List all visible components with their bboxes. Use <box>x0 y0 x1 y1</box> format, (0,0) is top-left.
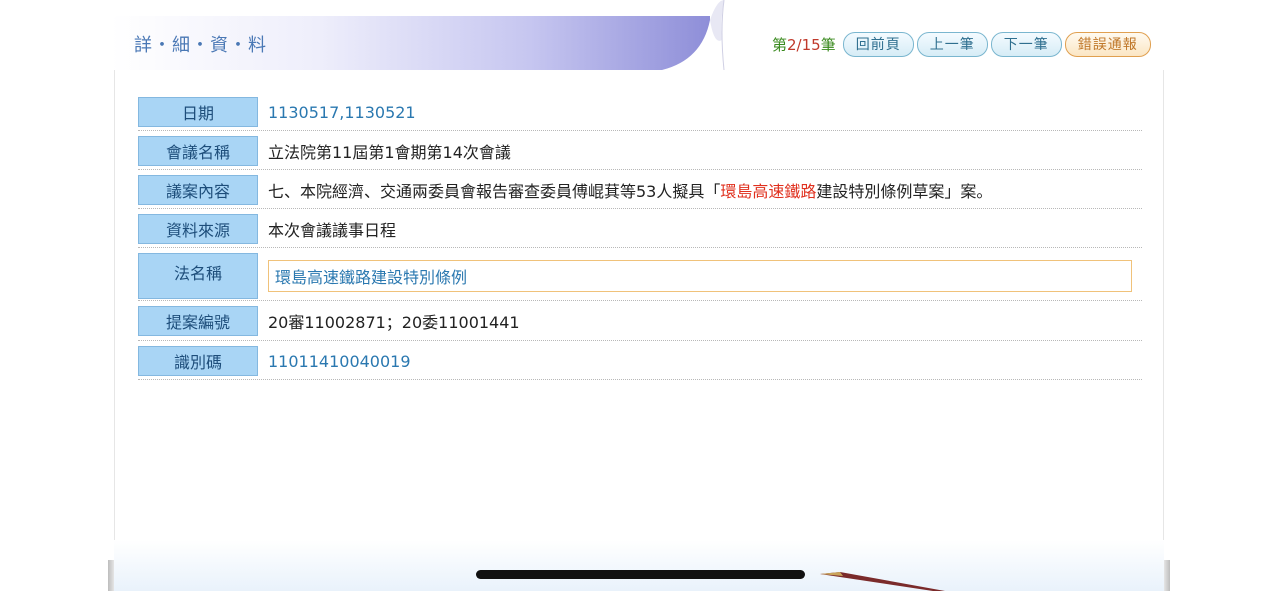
record-counter: 第2/15筆 <box>772 34 836 55</box>
law-name-label: 法名稱 <box>138 253 258 299</box>
content-suffix: 建設特別條例草案」案。 <box>816 182 993 201</box>
content-label: 議案內容 <box>138 175 258 205</box>
home-indicator[interactable] <box>476 570 805 579</box>
error-report-button[interactable]: 錯誤通報 <box>1064 31 1151 57</box>
page-title: 詳・細・資・料 <box>134 35 267 56</box>
record-prefix: 第 <box>772 35 788 54</box>
back-button[interactable]: 回前頁 <box>842 31 914 57</box>
pen-decoration <box>820 572 945 591</box>
row-meeting: 會議名稱 立法院第11屆第1會期第14次會議 <box>138 136 1142 170</box>
date-label: 日期 <box>138 97 258 127</box>
meeting-name-label: 會議名稱 <box>138 136 258 166</box>
source-label: 資料來源 <box>138 214 258 244</box>
panel-edge-right <box>1164 560 1170 591</box>
proposal-no-value: 20審11002871；20委11001441 <box>268 313 520 332</box>
row-content: 議案內容 七、本院經濟、交通兩委員會報告審查委員傅崐萁等53人擬具「 環島高速鐵路… <box>138 175 1142 209</box>
panel-bottom-gradient <box>114 540 1164 591</box>
record-navigation: 第2/15筆 回前頁 上一筆 下一筆 錯誤通報 <box>772 31 1151 57</box>
row-proposal-no: 提案編號 20審11002871；20委11001441 <box>138 306 1142 341</box>
identifier-label: 識別碼 <box>138 346 258 376</box>
content-highlight: 環島高速鐵路 <box>720 182 817 201</box>
meeting-name-value: 立法院第11屆第1會期第14次會議 <box>268 143 511 162</box>
panel-edge-left <box>108 560 114 591</box>
record-current-total: 2/15 <box>787 35 821 54</box>
content-value: 七、本院經濟、交通兩委員會報告審查委員傅崐萁等53人擬具「 環島高速鐵路 建設特別條… <box>268 175 992 205</box>
record-suffix: 筆 <box>820 35 836 54</box>
row-law-name: 法名稱 環島高速鐵路建設特別條例 <box>138 253 1142 301</box>
date-value[interactable]: 1130517,1130521 <box>268 97 416 127</box>
row-date: 日期 1130517,1130521 <box>138 97 1142 131</box>
content-prefix: 七、本院經濟、交通兩委員會報告審查委員傅崐萁等53人擬具「 <box>268 182 721 201</box>
page-curl-decoration <box>662 0 732 70</box>
source-value: 本次會議議事日程 <box>268 221 397 240</box>
previous-record-button[interactable]: 上一筆 <box>916 31 988 57</box>
proposal-no-label: 提案編號 <box>138 306 258 336</box>
identifier-value[interactable]: 11011410040019 <box>268 346 411 376</box>
law-name-link[interactable]: 環島高速鐵路建設特別條例 <box>268 260 1132 292</box>
row-identifier: 識別碼 11011410040019 <box>138 346 1142 380</box>
next-record-button[interactable]: 下一筆 <box>990 31 1062 57</box>
row-source: 資料來源 本次會議議事日程 <box>138 214 1142 248</box>
